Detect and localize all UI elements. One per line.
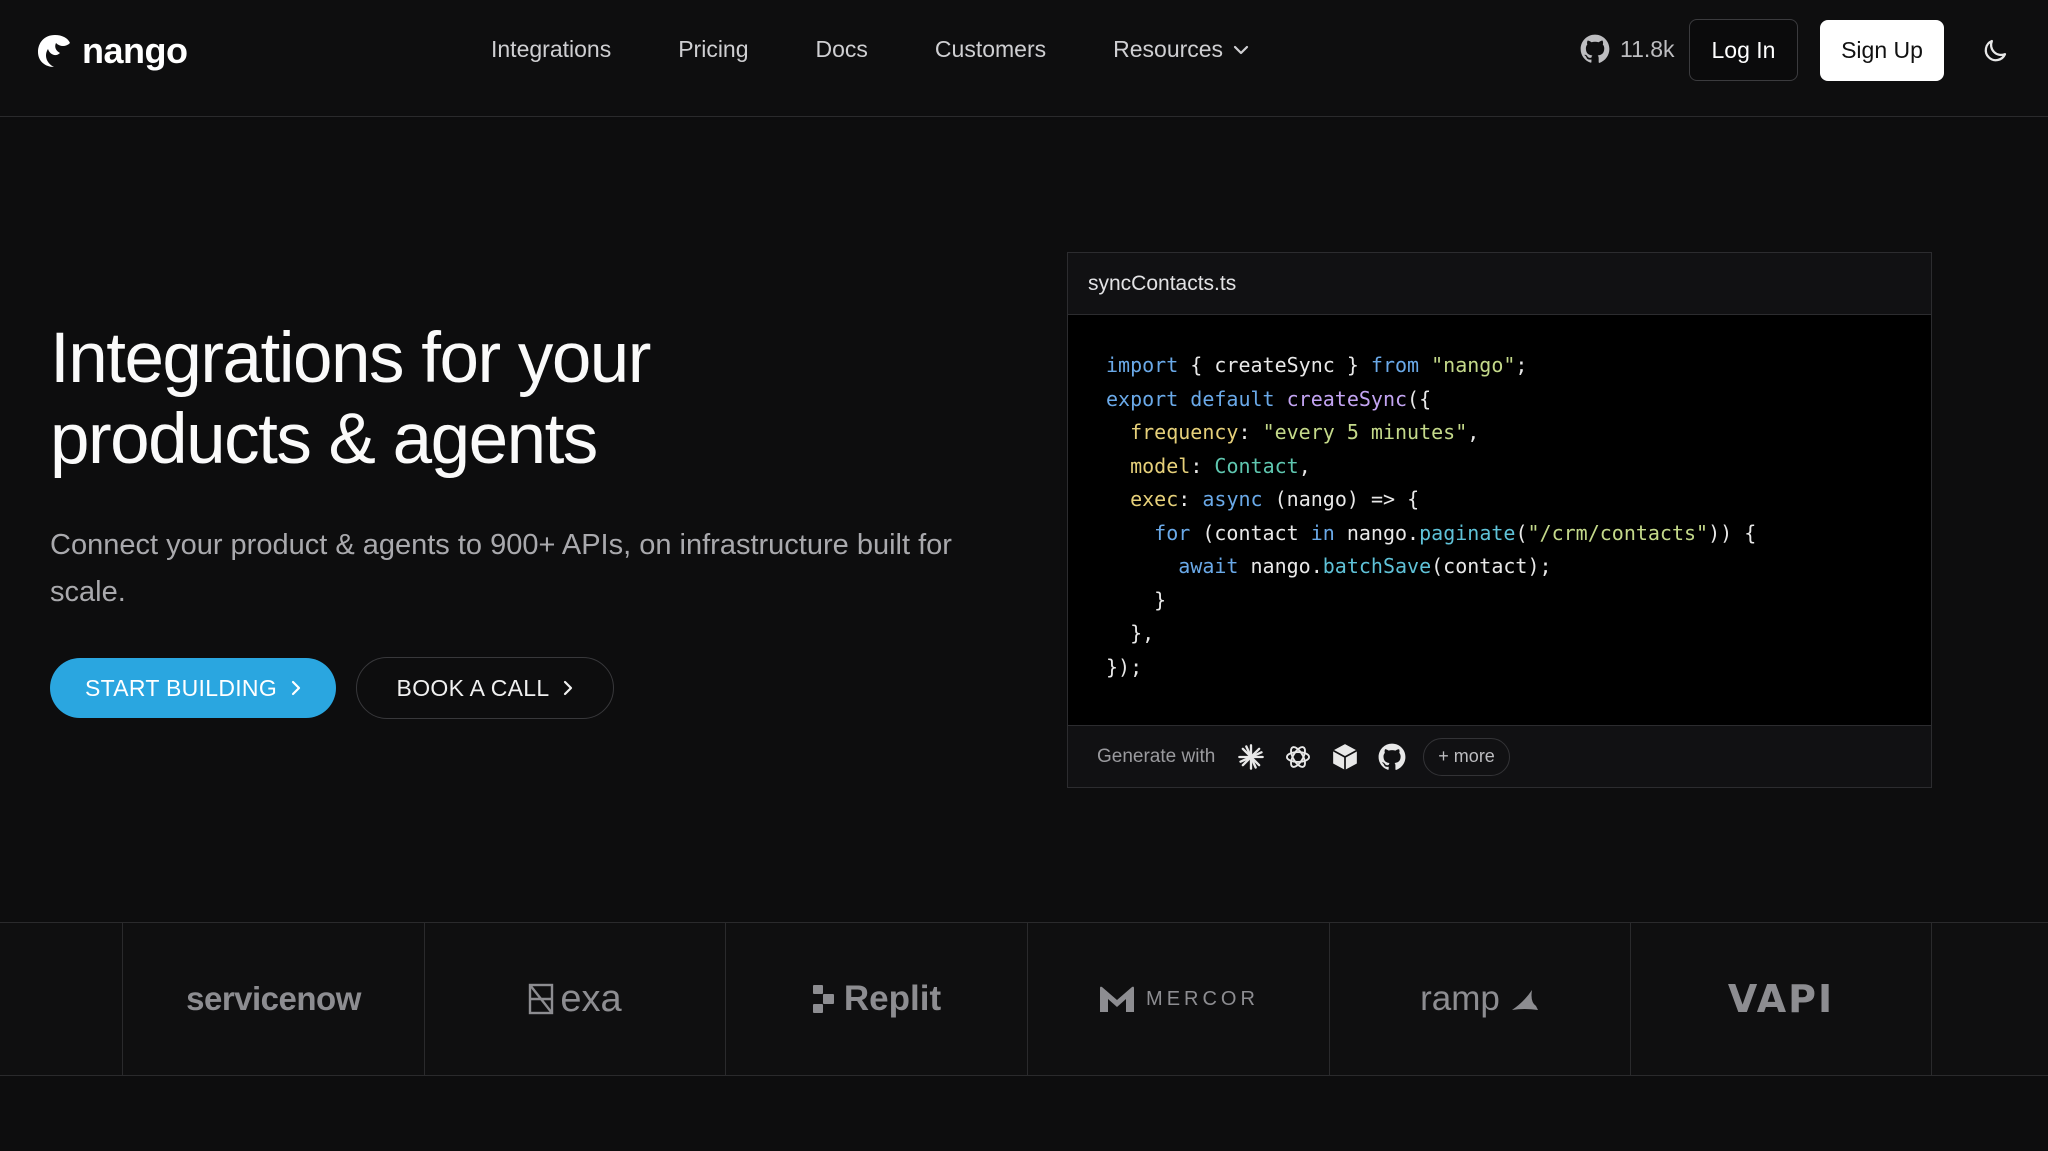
start-building-label: START BUILDING	[84, 674, 278, 701]
ramp-icon	[1511, 990, 1538, 1010]
generate-with-bar: Generate with + more	[1068, 725, 1931, 787]
chevron-right-icon	[564, 680, 573, 696]
login-button[interactable]: Log In	[1689, 19, 1798, 81]
more-generators-button[interactable]: + more	[1423, 737, 1510, 776]
github-icon[interactable]	[1376, 741, 1407, 772]
logo-replit: Replit	[725, 923, 1027, 1075]
openai-icon[interactable]	[1282, 741, 1313, 772]
nango-logo-icon	[38, 35, 70, 67]
nav-links: Integrations Pricing Docs Customers Reso…	[491, 36, 1316, 63]
github-star-count: 11.8k	[1620, 35, 1675, 62]
hero-title: Integrations for your products & agents	[50, 318, 810, 480]
nango-logo[interactable]: nango	[36, 30, 188, 72]
hero-title-line2: products & agents	[50, 400, 598, 479]
chevron-down-icon	[1233, 45, 1249, 54]
moon-icon	[1984, 39, 2007, 62]
github-stars-link[interactable]: 11.8k	[1580, 34, 1675, 64]
logo-vapi: VAPI	[1630, 923, 1932, 1075]
page-bottom	[0, 1076, 2048, 1151]
chevron-right-icon	[291, 680, 301, 696]
nav-customers[interactable]: Customers	[935, 36, 1046, 63]
top-nav: nango Integrations Pricing Docs Customer…	[0, 0, 2048, 117]
book-a-call-button[interactable]: BOOK A CALL	[356, 657, 614, 719]
nav-docs[interactable]: Docs	[816, 36, 868, 63]
exa-icon	[529, 983, 554, 1015]
github-icon	[1580, 34, 1610, 63]
signup-button[interactable]: Sign Up	[1820, 20, 1944, 81]
logo-servicenow: servicenow	[122, 923, 424, 1075]
nav-resources-label: Resources	[1113, 36, 1224, 62]
hero-subtitle: Connect your product & agents to 900+ AP…	[50, 529, 952, 608]
logo-mercor: MERCOR	[1027, 923, 1329, 1075]
logo-ramp-text: ramp	[1420, 979, 1500, 1018]
hero-title-line1: Integrations for your	[50, 319, 651, 398]
start-building-button[interactable]: START BUILDING	[50, 658, 336, 718]
logo-ramp: ramp	[1329, 923, 1630, 1075]
generate-with-label: Generate with	[1097, 745, 1216, 767]
logo-vapi-text: VAPI	[1727, 977, 1835, 1021]
code-block[interactable]: import { createSync } from "nango"; expo…	[1068, 315, 1931, 725]
replit-icon	[812, 985, 834, 1013]
logo-text: nango	[82, 30, 188, 71]
book-a-call-label: BOOK A CALL	[396, 674, 550, 701]
customer-logos: servicenow exa Replit MERCOR ramp VAPI	[0, 922, 2048, 1076]
theme-toggle[interactable]	[1980, 36, 2010, 71]
nav-pricing[interactable]: Pricing	[678, 36, 748, 63]
logo-replit-text: Replit	[843, 979, 942, 1018]
logo-mercor-text: MERCOR	[1146, 987, 1259, 1010]
claude-icon[interactable]	[1235, 741, 1266, 772]
code-filename: syncContacts.ts	[1068, 253, 1931, 315]
cursor-icon[interactable]	[1329, 741, 1360, 772]
logo-exa-text: exa	[560, 977, 622, 1020]
logo-exa: exa	[424, 923, 725, 1075]
logo-servicenow-text: servicenow	[186, 980, 361, 1017]
nav-integrations[interactable]: Integrations	[491, 36, 611, 63]
code-snippet-panel: syncContacts.ts import { createSync } fr…	[1067, 252, 1932, 788]
nav-resources[interactable]: Resources	[1113, 36, 1249, 63]
mercor-icon	[1100, 986, 1135, 1012]
